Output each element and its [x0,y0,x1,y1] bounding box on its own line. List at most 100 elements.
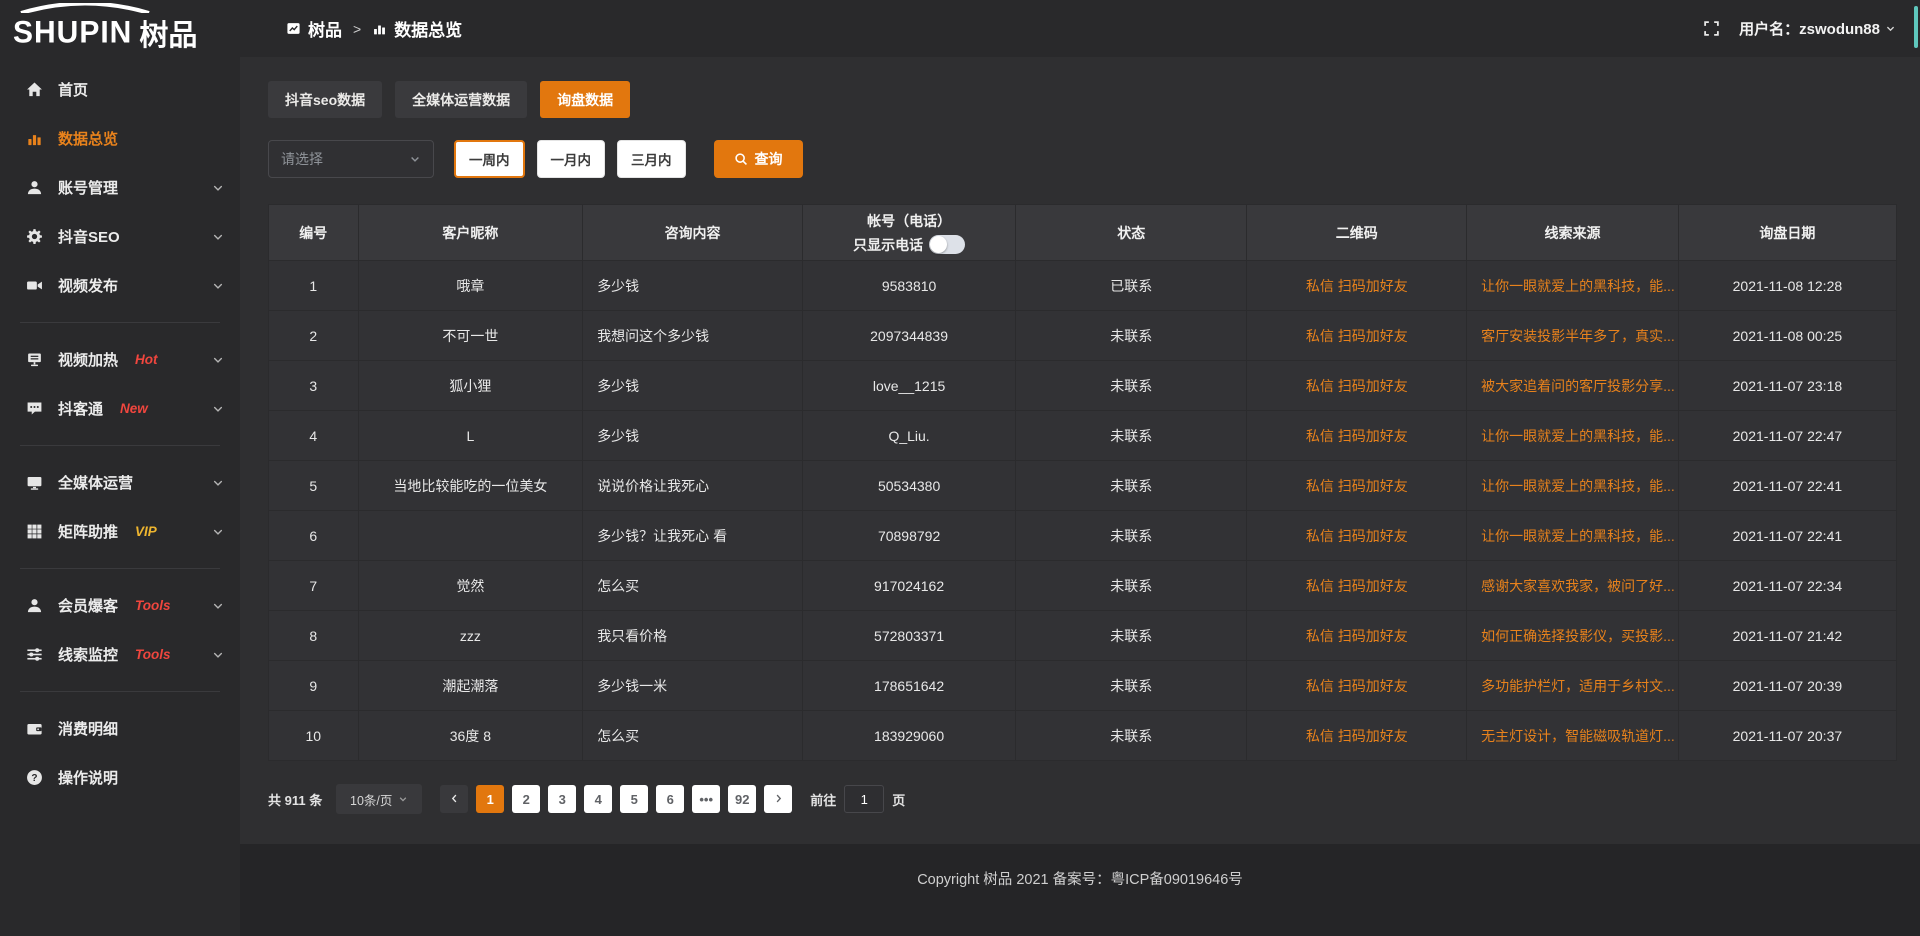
sidebar-item-operation-guide[interactable]: ?操作说明 [0,753,240,802]
qr-friend-link[interactable]: 私信 扫码加好友 [1306,578,1408,594]
next-page-button[interactable] [764,785,792,813]
cell-nickname: L [358,411,583,461]
page-ellipsis-button[interactable]: ••• [692,785,720,813]
cell-date: 2021-11-07 20:37 [1678,711,1896,761]
source-link[interactable]: 让你一眼就爱上的黑科技，能... [1481,428,1675,444]
cell-nickname: 不可一世 [358,311,583,361]
page-button-1[interactable]: 1 [476,785,504,813]
scrollbar-thumb[interactable] [1914,6,1918,48]
sidebar-item-consumption-detail[interactable]: 消费明细 [0,704,240,753]
tab-omni-media-data[interactable]: 全媒体运营数据 [395,81,527,118]
fullscreen-icon[interactable] [1703,20,1720,37]
filter-select[interactable]: 请选择 [268,140,434,178]
sidebar-item-omni-media-operation[interactable]: 全媒体运营 [0,458,240,507]
sidebar-item-clue-monitor[interactable]: 线索监控Tools [0,630,240,679]
sidebar-item-label: 数据总览 [58,128,118,149]
qr-friend-link[interactable]: 私信 扫码加好友 [1306,428,1408,444]
table-header-row: 编号客户昵称咨询内容帐号（电话）只显示电话状态二维码线索来源询盘日期 [269,205,1897,261]
source-link[interactable]: 让你一眼就爱上的黑科技，能... [1481,478,1675,494]
cell-no: 1 [269,261,359,311]
tab-inquiry-data[interactable]: 询盘数据 [540,81,630,118]
sidebar-item-member-baoke[interactable]: 会员爆客Tools [0,581,240,630]
question-icon: ? [26,769,43,786]
wallet-icon [26,720,43,737]
sidebar-item-label: 账号管理 [58,177,118,198]
main-content: 抖音seo数据全媒体运营数据询盘数据 请选择 一周内一月内三月内 查询 编号客户… [240,57,1920,844]
source-link[interactable]: 客厅安装投影半年多了，真实... [1481,328,1675,344]
cell-no: 7 [269,561,359,611]
cell-content: 多少钱？让我死心 看 [583,511,803,561]
page-button-92[interactable]: 92 [728,785,756,813]
goto-page-input[interactable] [844,785,884,813]
search-button[interactable]: 查询 [714,140,803,178]
qr-friend-link[interactable]: 私信 扫码加好友 [1306,678,1408,694]
page-button-2[interactable]: 2 [512,785,540,813]
cell-status: 未联系 [1016,511,1247,561]
inquiry-table: 编号客户昵称咨询内容帐号（电话）只显示电话状态二维码线索来源询盘日期 1哦章多少… [268,204,1897,761]
video-camera-icon [26,277,43,294]
footer: Copyright 树品 2021 备案号：粤ICP备09019646号 [240,844,1920,936]
filter-select-placeholder: 请选择 [281,149,323,169]
source-link[interactable]: 无主灯设计，智能磁吸轨道灯... [1481,728,1675,744]
qr-friend-link[interactable]: 私信 扫码加好友 [1306,628,1408,644]
source-link[interactable]: 如何正确选择投影仪，买投影... [1481,628,1675,644]
chevron-down-icon [409,153,421,165]
table-row: 1036度 8怎么买183929060未联系私信 扫码加好友无主灯设计，智能磁吸… [269,711,1897,761]
sidebar-item-douketong[interactable]: 抖客通New [0,384,240,433]
breadcrumb-item[interactable]: 树品 [286,16,342,41]
logo: SHUPIN 树品 [0,3,240,54]
page-button-5[interactable]: 5 [620,785,648,813]
qr-friend-link[interactable]: 私信 扫码加好友 [1306,328,1408,344]
page-button-6[interactable]: 6 [656,785,684,813]
tab-douyin-seo-data[interactable]: 抖音seo数据 [268,81,382,118]
table-row: 4L多少钱Q_Liu.未联系私信 扫码加好友让你一眼就爱上的黑科技，能...20… [269,411,1897,461]
range-button-one-week[interactable]: 一周内 [454,140,525,178]
cell-qrcode: 私信 扫码加好友 [1247,611,1467,661]
cell-account: 183929060 [802,711,1015,761]
sidebar-item-label: 抖客通 [58,398,103,419]
sidebar-item-video-publish[interactable]: 视频发布 [0,261,240,310]
cell-qrcode: 私信 扫码加好友 [1247,311,1467,361]
sidebar-item-home[interactable]: 首页 [0,65,240,114]
page-button-4[interactable]: 4 [584,785,612,813]
sidebar-item-label: 抖音SEO [58,226,120,247]
qr-friend-link[interactable]: 私信 扫码加好友 [1306,528,1408,544]
sidebar-item-video-heating[interactable]: 视频加热Hot [0,335,240,384]
chevron-left-icon [449,793,460,804]
sidebar-item-data-overview[interactable]: 数据总览 [0,114,240,163]
cell-qrcode: 私信 扫码加好友 [1247,511,1467,561]
phone-only-toggle[interactable] [929,235,965,254]
page-button-3[interactable]: 3 [548,785,576,813]
source-link[interactable]: 让你一眼就爱上的黑科技，能... [1481,278,1675,294]
qr-friend-link[interactable]: 私信 扫码加好友 [1306,378,1408,394]
qr-friend-link[interactable]: 私信 扫码加好友 [1306,478,1408,494]
table-row: 3狐小狸多少钱love__1215未联系私信 扫码加好友被大家追着问的客厅投影分… [269,361,1897,411]
qr-friend-link[interactable]: 私信 扫码加好友 [1306,278,1408,294]
cell-account: 70898792 [802,511,1015,561]
page-size-select[interactable]: 10条/页 [336,784,422,814]
cell-nickname [358,511,583,561]
sidebar-item-account-management[interactable]: 账号管理 [0,163,240,212]
source-link[interactable]: 让你一眼就爱上的黑科技，能... [1481,528,1675,544]
range-button-three-months[interactable]: 三月内 [617,140,686,178]
sidebar-item-douyin-seo[interactable]: 抖音SEO [0,212,240,261]
sidebar: 首页数据总览账号管理抖音SEO 视频发布视频加热Hot抖客通New 全媒体运营矩阵助… [0,57,240,936]
app-header: SHUPIN 树品 树品>数据总览 用户名：zswodun88 [0,0,1920,57]
cell-account: 9583810 [802,261,1015,311]
cell-content: 我只看价格 [583,611,803,661]
source-link[interactable]: 感谢大家喜欢我家，被问了好... [1481,578,1675,594]
source-link[interactable]: 多功能护栏灯，适用于乡村文... [1481,678,1675,694]
source-link[interactable]: 被大家追着问的客厅投影分享... [1481,378,1675,394]
column-header-2: 咨询内容 [583,205,803,261]
qr-friend-link[interactable]: 私信 扫码加好友 [1306,728,1408,744]
sidebar-divider [20,445,220,446]
sidebar-item-matrix-boost[interactable]: 矩阵助推VIP [0,507,240,556]
cell-status: 未联系 [1016,361,1247,411]
cell-no: 6 [269,511,359,561]
search-icon [734,152,748,166]
prev-page-button[interactable] [440,785,468,813]
breadcrumb-item[interactable]: 数据总览 [372,16,462,41]
table-body: 1哦章多少钱9583810已联系私信 扫码加好友让你一眼就爱上的黑科技，能...… [269,261,1897,761]
range-button-one-month[interactable]: 一月内 [537,140,606,178]
user-menu[interactable]: 用户名：zswodun88 [1739,18,1896,39]
